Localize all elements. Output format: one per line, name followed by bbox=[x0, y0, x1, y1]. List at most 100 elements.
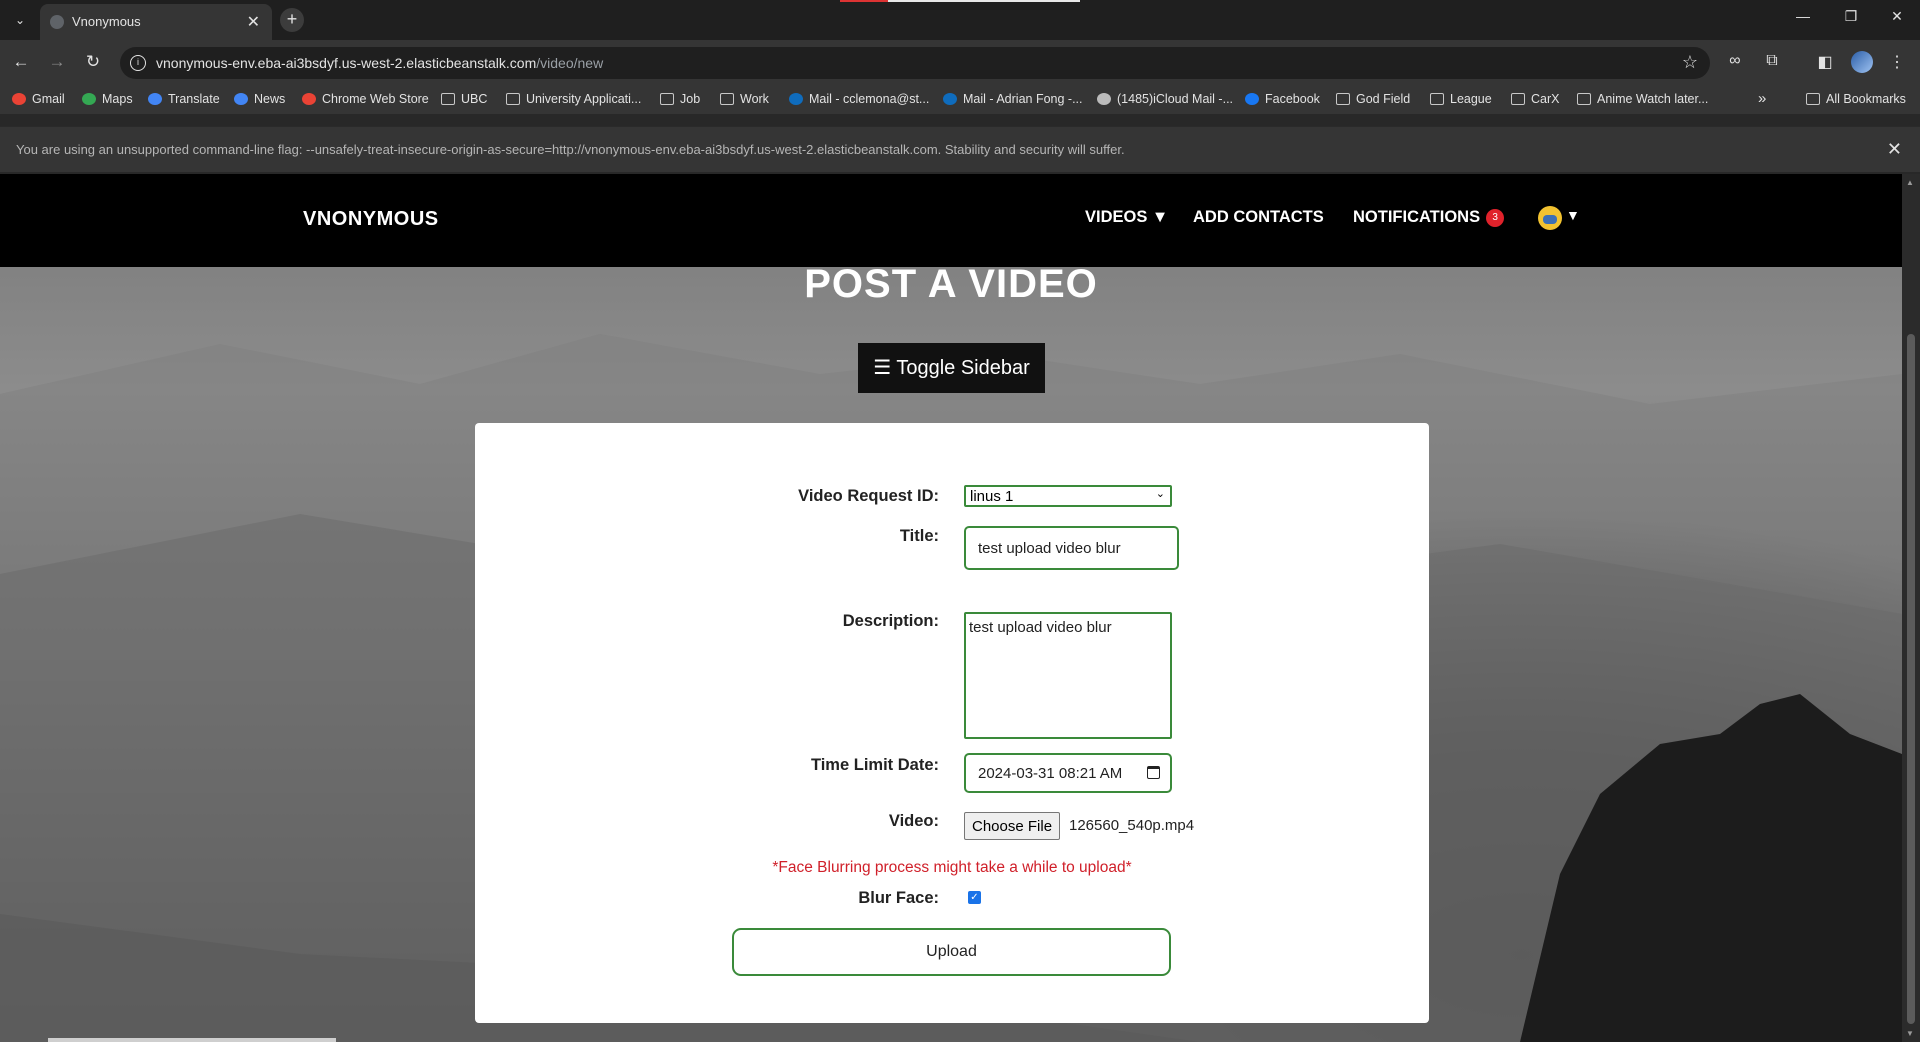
bookmark-label: League bbox=[1450, 92, 1492, 106]
blur-face-label: Blur Face: bbox=[858, 889, 939, 907]
bookmark-item[interactable]: News bbox=[234, 92, 285, 106]
bookmark-item[interactable]: God Field bbox=[1336, 92, 1410, 106]
scroll-up-icon[interactable]: ▲ bbox=[1906, 178, 1914, 187]
description-label: Description: bbox=[842, 612, 939, 630]
reload-icon[interactable]: ↻ bbox=[82, 52, 104, 72]
scroll-down-icon[interactable]: ▼ bbox=[1906, 1029, 1914, 1038]
bookmark-label: Chrome Web Store bbox=[322, 92, 429, 106]
site-info-icon[interactable]: i bbox=[130, 55, 146, 71]
video-label: Video: bbox=[888, 812, 939, 830]
forward-icon[interactable]: → bbox=[46, 52, 68, 72]
bookmark-label: Translate bbox=[168, 92, 220, 106]
choose-file-button[interactable]: Choose File bbox=[964, 812, 1061, 840]
bookmark-label: News bbox=[254, 92, 286, 106]
bookmark-item[interactable]: Facebook bbox=[1245, 92, 1320, 106]
outlook-icon bbox=[789, 93, 803, 105]
bookmark-item[interactable]: University Applicati... bbox=[506, 92, 641, 106]
title-input[interactable]: test upload video blur bbox=[964, 526, 1179, 570]
webstore-icon bbox=[302, 93, 316, 105]
profile-avatar[interactable] bbox=[1851, 51, 1873, 73]
new-tab-button[interactable]: + bbox=[280, 8, 304, 32]
blur-face-checkbox[interactable]: ✓ bbox=[968, 891, 981, 904]
video-request-value: linus 1 bbox=[970, 488, 1014, 505]
extensions-puzzle-icon[interactable]: ⧉ bbox=[1761, 52, 1783, 70]
selected-file-name: 126560_540p.mp4 bbox=[1069, 817, 1195, 834]
folder-icon bbox=[1430, 93, 1444, 105]
url-text[interactable]: vnonymous-env.eba-ai3bsdyf.us-west-2.ela… bbox=[156, 55, 603, 71]
bookmark-item[interactable]: Maps bbox=[82, 92, 133, 106]
close-tab-icon[interactable]: ✕ bbox=[247, 12, 260, 32]
folder-icon bbox=[1577, 93, 1591, 105]
brand-logo[interactable]: VNONYMOUS bbox=[303, 208, 439, 231]
page-viewport: VNONYMOUS VIDEOS ▼ ADD CONTACTS NOTIFICA… bbox=[0, 174, 1902, 1042]
folder-icon bbox=[506, 93, 520, 105]
bookmark-label: CarX bbox=[1531, 92, 1560, 106]
bookmark-item[interactable]: Translate bbox=[148, 92, 220, 106]
nav-add-contacts[interactable]: ADD CONTACTS bbox=[1193, 208, 1324, 227]
chevron-down-icon: ⌄ bbox=[1155, 488, 1165, 500]
bookmark-item[interactable]: Anime Watch later... bbox=[1577, 92, 1708, 106]
post-video-form: Video Request ID: linus 1 ⌄ Title: test … bbox=[475, 423, 1429, 1023]
bookmark-label: Anime Watch later... bbox=[1597, 92, 1709, 106]
folder-icon bbox=[1511, 93, 1525, 105]
close-infobar-icon[interactable]: ✕ bbox=[1887, 139, 1902, 160]
bookmark-item[interactable]: UBC bbox=[441, 92, 487, 106]
bookmark-item[interactable]: Chrome Web Store bbox=[302, 92, 429, 106]
page-scrollbar[interactable]: ▲ ▼ bbox=[1902, 174, 1920, 1042]
tab-search-icon[interactable]: ⌄ bbox=[10, 10, 30, 30]
nav-videos-dropdown[interactable]: VIDEOS ▼ bbox=[1085, 208, 1168, 227]
more-bookmarks-icon[interactable]: » bbox=[1758, 90, 1766, 107]
bookmark-item[interactable]: League bbox=[1430, 92, 1492, 106]
title-label: Title: bbox=[899, 527, 939, 545]
folder-icon bbox=[1806, 93, 1820, 105]
bookmark-label: University Applicati... bbox=[526, 92, 642, 106]
upload-button[interactable]: Upload bbox=[732, 928, 1171, 976]
minimize-icon[interactable]: — bbox=[1788, 8, 1818, 24]
folder-icon bbox=[1336, 93, 1350, 105]
side-panel-icon[interactable]: ◧ bbox=[1814, 52, 1836, 72]
calendar-icon[interactable] bbox=[1147, 766, 1160, 779]
user-menu-caret-icon[interactable]: ▼ bbox=[1566, 207, 1580, 223]
gmail-icon bbox=[12, 93, 26, 105]
bookmark-item[interactable]: CarX bbox=[1511, 92, 1559, 106]
back-icon[interactable]: ← bbox=[10, 52, 32, 72]
bookmark-item[interactable]: Work bbox=[720, 92, 769, 106]
bookmark-label: Work bbox=[740, 92, 769, 106]
bookmark-label: God Field bbox=[1356, 92, 1411, 106]
bookmark-item[interactable]: Gmail bbox=[12, 92, 65, 106]
active-tab[interactable]: Vnonymous ✕ bbox=[40, 4, 272, 40]
face-blur-warning: *Face Blurring process might take a whil… bbox=[772, 859, 1132, 876]
all-bookmarks-link[interactable]: All Bookmarks bbox=[1806, 92, 1906, 106]
bookmark-star-icon[interactable]: ☆ bbox=[1682, 52, 1698, 73]
bookmark-item[interactable]: Mail - Adrian Fong -... bbox=[943, 92, 1083, 106]
video-request-select[interactable]: linus 1 ⌄ bbox=[964, 485, 1172, 507]
page-bottom-strip bbox=[48, 1038, 336, 1042]
maps-icon bbox=[82, 93, 96, 105]
folder-icon bbox=[720, 93, 734, 105]
bookmark-label: Gmail bbox=[32, 92, 65, 106]
bookmark-item[interactable]: Mail - cclemona@st... bbox=[789, 92, 929, 106]
time-limit-value: 2024-03-31 08:21 AM bbox=[978, 765, 1123, 782]
browser-chrome: ⌄ Vnonymous ✕ + — ❐ ✕ ← → ↻ i vnonymous-… bbox=[0, 0, 1920, 174]
bookmark-label: Mail - cclemona@st... bbox=[809, 92, 930, 106]
close-window-icon[interactable]: ✕ bbox=[1882, 8, 1912, 25]
site-navbar: VNONYMOUS VIDEOS ▼ ADD CONTACTS NOTIFICA… bbox=[0, 174, 1902, 267]
description-textarea[interactable]: test upload video blur bbox=[964, 612, 1172, 739]
extension-glasses-icon[interactable]: ∞ bbox=[1724, 52, 1746, 70]
bookmark-item[interactable]: Job bbox=[660, 92, 700, 106]
scroll-thumb[interactable] bbox=[1907, 334, 1915, 1024]
video-request-label: Video Request ID: bbox=[798, 487, 939, 505]
nav-notifications[interactable]: NOTIFICATIONS 3 bbox=[1353, 208, 1505, 227]
restore-icon[interactable]: ❐ bbox=[1836, 8, 1866, 25]
translate-icon bbox=[148, 93, 162, 105]
page-title: POST A VIDEO bbox=[804, 262, 1098, 306]
address-bar[interactable]: i vnonymous-env.eba-ai3bsdyf.us-west-2.e… bbox=[120, 47, 1710, 79]
warning-infobar: You are using an unsupported command-lin… bbox=[0, 126, 1920, 172]
time-limit-input[interactable]: 2024-03-31 08:21 AM bbox=[964, 753, 1172, 793]
toggle-sidebar-button[interactable]: ☰ Toggle Sidebar bbox=[858, 343, 1045, 393]
bookmark-item[interactable]: (1485)iCloud Mail -... bbox=[1097, 92, 1233, 106]
bookmarks-bar: » All Bookmarks Gmail Maps Translate News Ch… bbox=[0, 86, 1920, 114]
outlook-icon bbox=[943, 93, 957, 105]
menu-kebab-icon[interactable]: ⋮ bbox=[1886, 52, 1908, 72]
user-avatar-icon[interactable] bbox=[1538, 206, 1562, 230]
